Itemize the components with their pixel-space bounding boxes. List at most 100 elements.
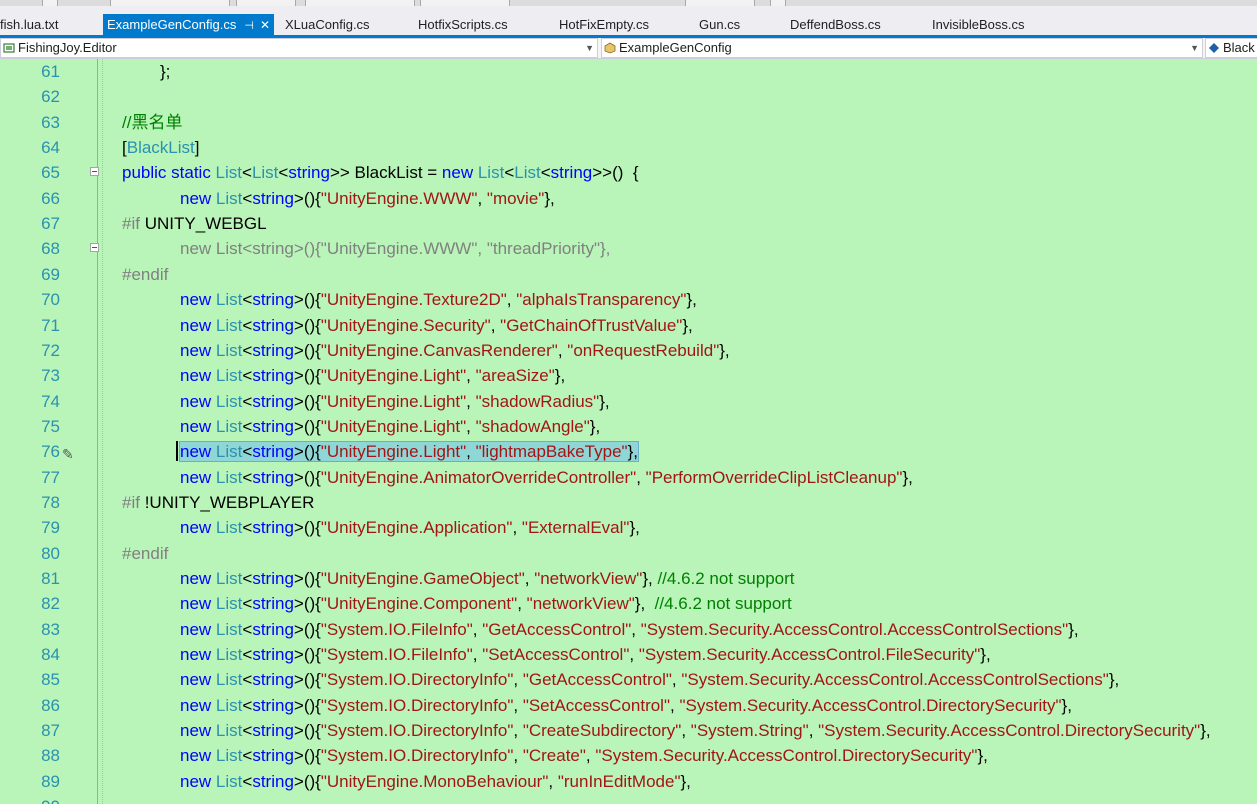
code-token: List (215, 594, 243, 614)
code-line[interactable]: 90 (0, 794, 1257, 804)
code-text: public static List<List<string>> BlackLi… (122, 160, 639, 185)
line-number: 85 (41, 670, 60, 690)
line-number: 82 (41, 594, 60, 614)
code-token: < (242, 518, 253, 538)
code-token: List (215, 619, 243, 639)
code-line[interactable]: 66 new List<string>(){"UnityEngine.WWW", … (0, 186, 1257, 211)
close-icon[interactable]: ✕ (260, 15, 270, 36)
code-token: "UnityEngine.Light" (320, 366, 467, 386)
code-token: < (242, 416, 253, 436)
code-token: >(){ (293, 670, 321, 690)
code-token: "UnityEngine.GameObject" (320, 569, 525, 588)
code-line[interactable]: 76 ✎ new List<string>(){"UnityEngine.Light… (0, 439, 1257, 464)
code-token: >> BlackList = (329, 163, 442, 183)
code-line[interactable]: 83 new List<string>(){"System.IO.FileInfo… (0, 617, 1257, 642)
code-token: string (252, 518, 294, 538)
code-token: "System.IO.DirectoryInfo" (320, 746, 514, 766)
code-token: new (180, 569, 216, 588)
code-token: List (215, 416, 243, 436)
code-token: string (252, 670, 294, 690)
member-dropdown[interactable]: Black (1205, 38, 1257, 58)
code-token: }, (1068, 619, 1079, 639)
line-number: 74 (41, 391, 60, 411)
code-line[interactable]: 89 new List<string>(){"UnityEngine.MonoBe… (0, 769, 1257, 794)
line-number: 63 (41, 112, 60, 132)
pin-icon[interactable]: ⊣ (244, 16, 254, 37)
code-token: < (242, 619, 253, 639)
tab-example-gen-config[interactable]: ExampleGenConfig.cs ⊣ ✕ (103, 14, 274, 35)
collapse-toggle-icon[interactable] (90, 243, 99, 253)
code-text: new List<string>(){"UnityEngine.Light", … (180, 414, 600, 439)
code-text: new List<string>(){"System.IO.DirectoryI… (180, 667, 1119, 692)
code-token: ] (194, 138, 200, 158)
code-token: "SetAccessControl" (482, 645, 630, 665)
code-token: string (252, 645, 294, 665)
code-line[interactable]: 85 new List<string>(){"System.IO.Director… (0, 667, 1257, 692)
code-token: List (514, 163, 541, 183)
code-line[interactable]: 78 #if !UNITY_WEBPLAYER (0, 490, 1257, 515)
code-line[interactable]: 84 new List<string>(){"System.IO.FileInfo… (0, 642, 1257, 667)
code-line[interactable]: 72 new List<string>(){"UnityEngine.Canvas… (0, 338, 1257, 363)
code-token: string (550, 163, 593, 183)
code-line[interactable]: 74 new List<string>(){"UnityEngine.Light"… (0, 389, 1257, 414)
code-token: }, (1108, 670, 1120, 690)
code-token: List (215, 340, 243, 360)
code-token: , (517, 594, 527, 614)
code-token: "UnityEngine.WWW" (320, 188, 478, 208)
code-line[interactable]: 80 #endif (0, 541, 1257, 566)
tab-xlua-config[interactable]: XLuaConfig.cs (285, 14, 370, 35)
code-token: List (215, 670, 243, 690)
line-number: 62 (41, 87, 60, 107)
code-line[interactable]: 77 new List<string>(){"UnityEngine.Animat… (0, 465, 1257, 490)
type-dropdown[interactable]: ExampleGenConfig ▼ (601, 38, 1203, 58)
code-token: < (242, 670, 253, 690)
project-dropdown[interactable]: FishingJoy.Editor ▼ (0, 38, 598, 58)
tab-fish-lua[interactable]: fish.lua.txt (0, 14, 59, 35)
code-line[interactable]: 69 #endif (0, 262, 1257, 287)
code-line[interactable]: 82 new List<string>(){"UnityEngine.Compon… (0, 591, 1257, 616)
tab-invisible-boss[interactable]: InvisibleBoss.cs (932, 14, 1024, 35)
code-line[interactable]: 73 new List<string>(){"UnityEngine.Light"… (0, 363, 1257, 388)
code-line[interactable]: 65 public static List<List<string>> Black… (0, 160, 1257, 185)
code-token: "CreateSubdirectory" (522, 721, 682, 741)
code-line[interactable]: 87 new List<string>(){"System.IO.Director… (0, 718, 1257, 743)
code-line[interactable]: 75 new List<string>(){"UnityEngine.Light"… (0, 414, 1257, 439)
code-token: "UnityEngine.Light" (320, 416, 467, 436)
tab-hotfix-scripts[interactable]: HotfixScripts.cs (418, 14, 508, 35)
code-line[interactable]: 79 new List<string>(){"UnityEngine.Applic… (0, 515, 1257, 540)
code-line[interactable]: 63 //黑名单 (0, 110, 1257, 135)
code-line[interactable]: 71 new List<string>(){"UnityEngine.Securi… (0, 313, 1257, 338)
code-line[interactable]: 62 (0, 84, 1257, 109)
code-line[interactable]: 67 #if UNITY_WEBGL (0, 211, 1257, 236)
tab-hotfix-empty[interactable]: HotFixEmpty.cs (559, 14, 649, 35)
code-token: #if (122, 214, 145, 234)
line-number: 80 (41, 543, 60, 563)
code-line[interactable]: 61}; (0, 59, 1257, 84)
code-token: , (472, 645, 483, 665)
line-number: 68 (41, 239, 60, 259)
code-line[interactable]: 68 new List<string>(){"UnityEngine.WWW", … (0, 236, 1257, 261)
code-token: new (180, 771, 216, 791)
code-editor[interactable]: 61}; 62 63 //黑名单 64 [BlackList] 65 public stati… (0, 59, 1257, 804)
tab-deffend-boss[interactable]: DeffendBoss.cs (790, 14, 881, 35)
code-token: , (506, 290, 517, 310)
code-token: "onRequestRebuild" (567, 340, 720, 360)
code-line[interactable]: 70 new List<string>(){"UnityEngine.Textur… (0, 287, 1257, 312)
tab-gun[interactable]: Gun.cs (699, 14, 740, 35)
code-token: }, (682, 315, 693, 335)
code-line[interactable]: 88 new List<string>(){"System.IO.Director… (0, 743, 1257, 768)
code-text: new List<string>(){"UnityEngine.Componen… (180, 591, 792, 616)
code-token: "UnityEngine.Application" (320, 518, 513, 538)
code-token: , (681, 721, 691, 741)
code-token: }, (1200, 721, 1211, 741)
code-token: "System.Security.AccessControl.AccessCon… (640, 619, 1069, 639)
code-token: >(){ (293, 442, 321, 462)
code-line[interactable]: 81 new List<string>(){"UnityEngine.GameOb… (0, 566, 1257, 591)
collapse-toggle-icon[interactable] (90, 167, 99, 177)
code-token: , (512, 518, 522, 538)
code-line[interactable]: 64 [BlackList] (0, 135, 1257, 160)
code-line[interactable]: 86 new List<string>(){"System.IO.Director… (0, 693, 1257, 718)
line-number: 64 (41, 138, 60, 158)
code-token: }, (686, 290, 697, 310)
class-icon (604, 42, 616, 54)
